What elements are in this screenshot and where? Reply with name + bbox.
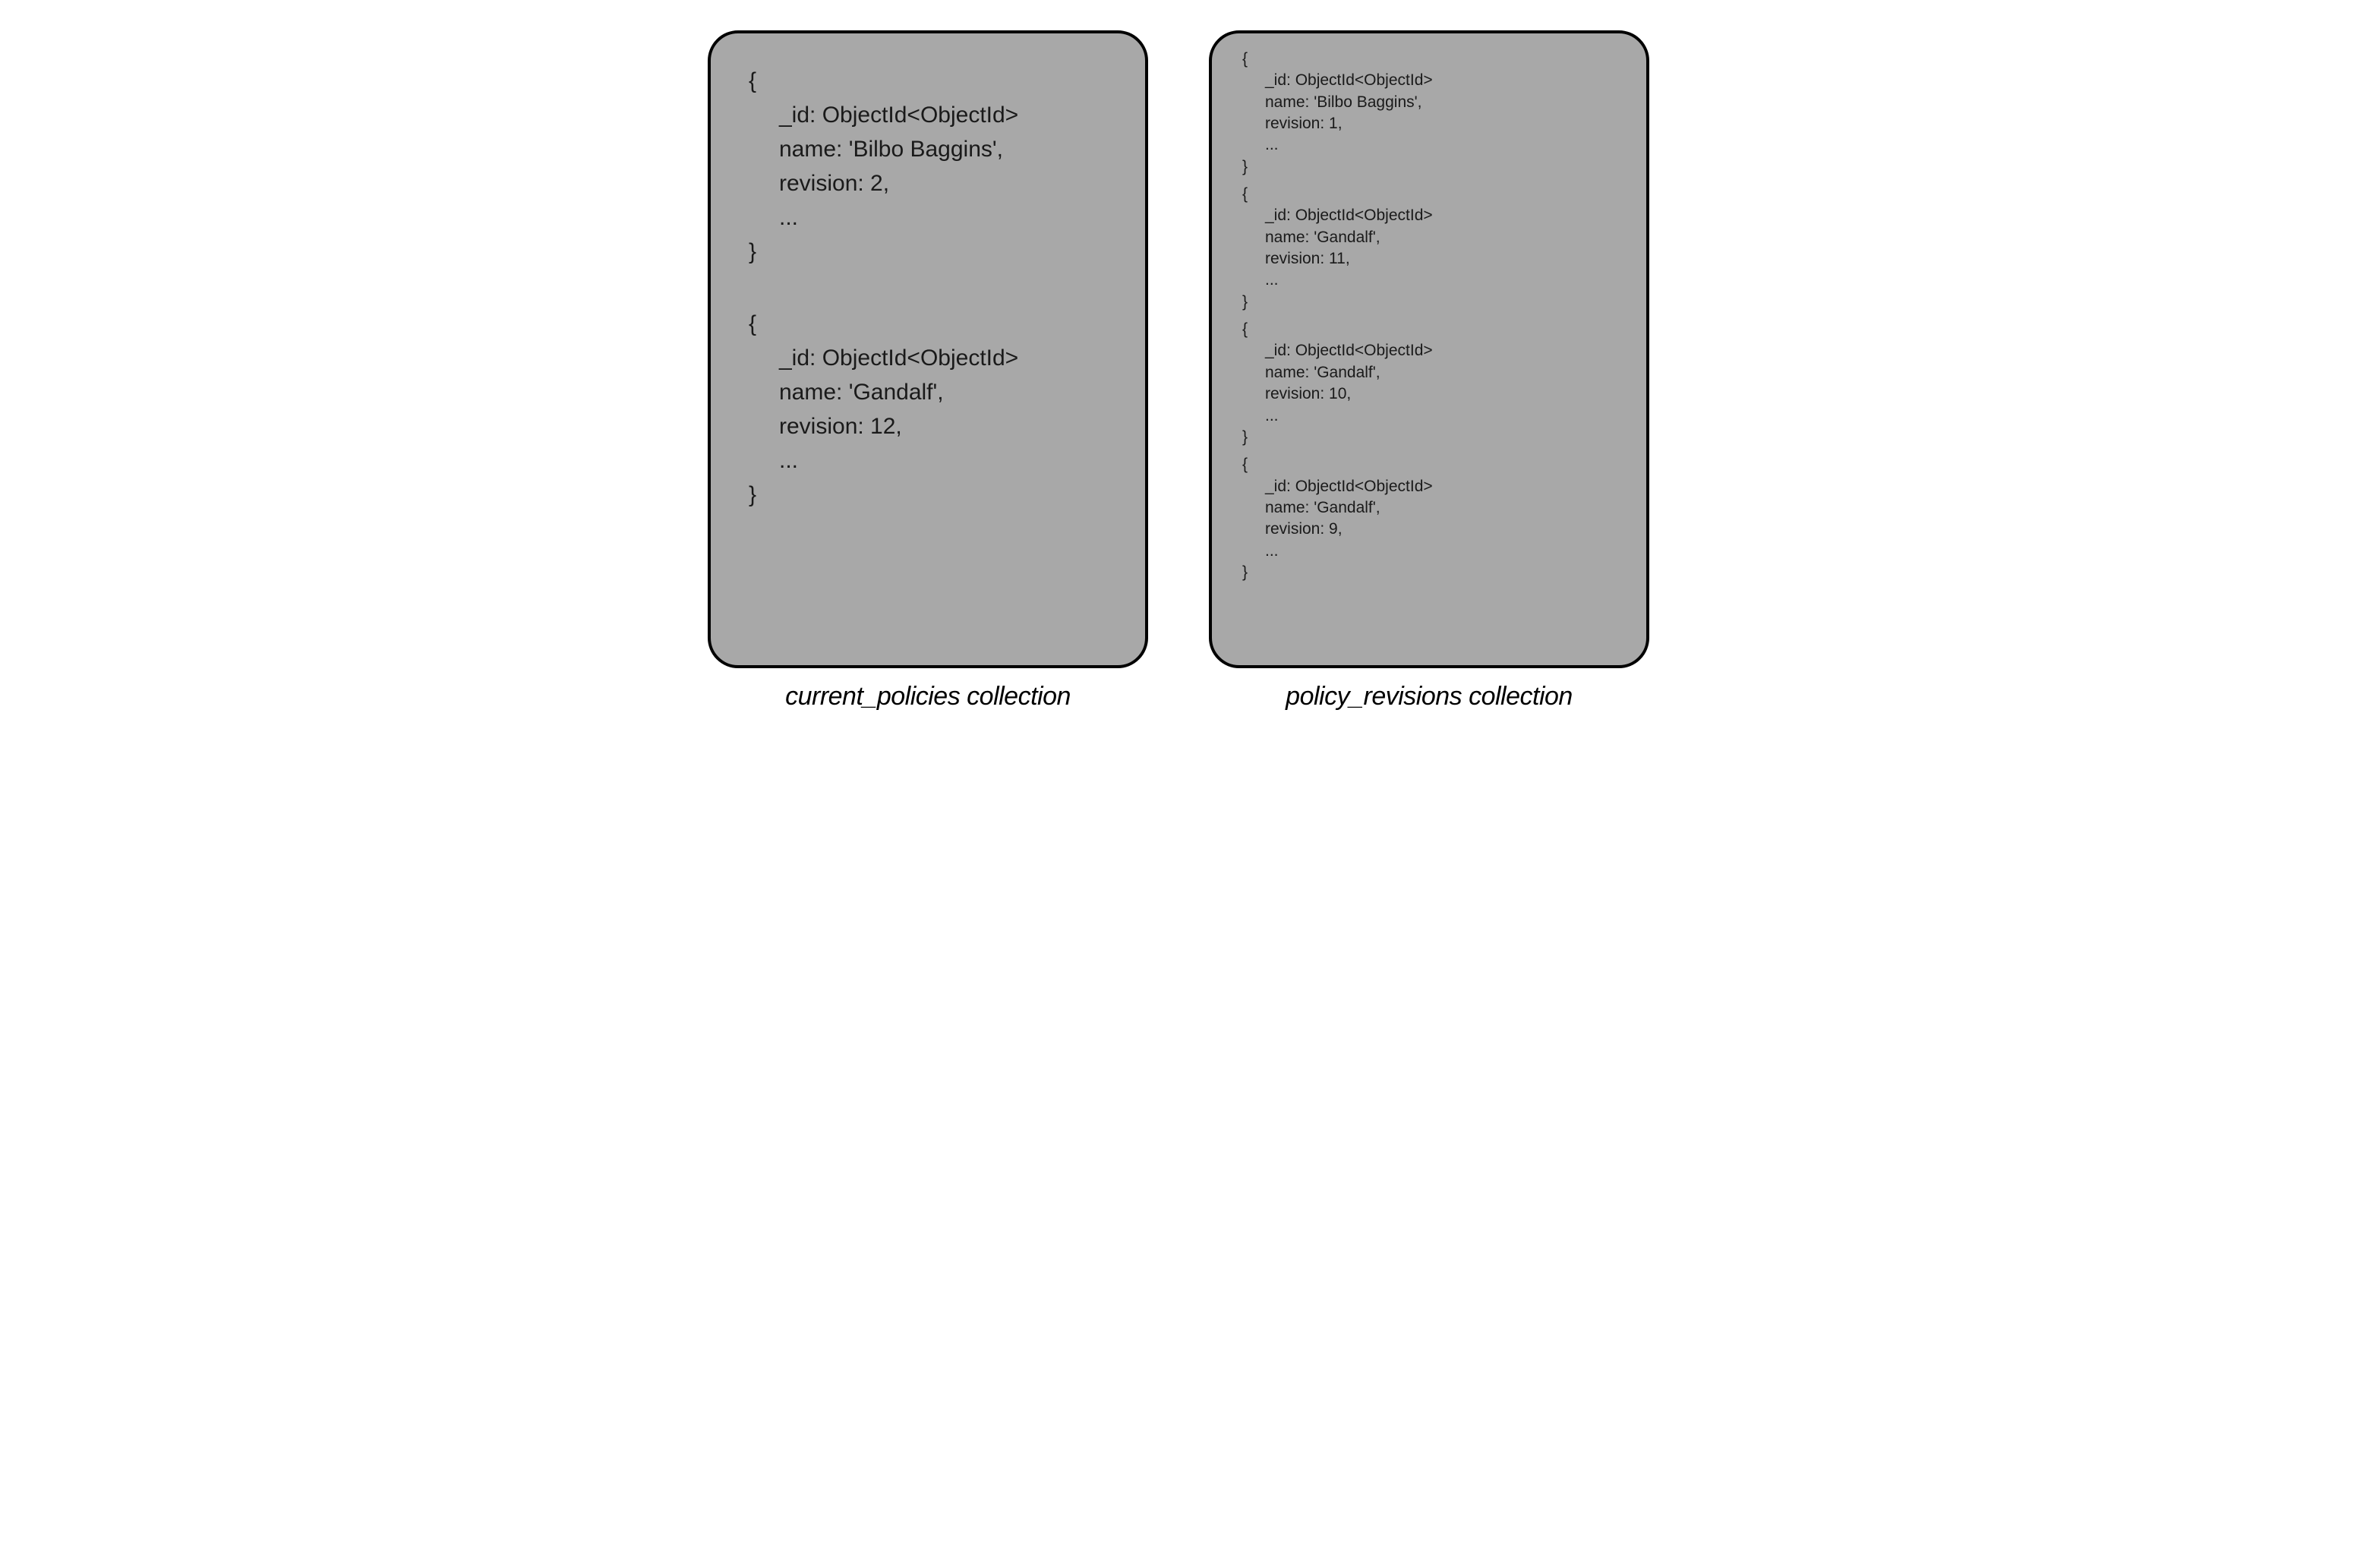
- brace-close: }: [1242, 156, 1616, 178]
- brace-open: {: [1242, 184, 1616, 205]
- current-policies-collection: { _id: ObjectId<ObjectId> name: 'Bilbo B…: [708, 30, 1148, 711]
- ellipsis: ...: [749, 200, 1107, 235]
- field-name: name: 'Gandalf',: [749, 375, 1107, 409]
- brace-open: {: [1242, 319, 1616, 340]
- ellipsis: ...: [1242, 405, 1616, 427]
- field-name: name: 'Gandalf',: [1242, 362, 1616, 383]
- field-revision: revision: 2,: [749, 166, 1107, 200]
- field-id: _id: ObjectId<ObjectId>: [1242, 476, 1616, 497]
- field-id: _id: ObjectId<ObjectId>: [749, 341, 1107, 375]
- policy-revisions-panel: { _id: ObjectId<ObjectId> name: 'Bilbo B…: [1209, 30, 1649, 668]
- ellipsis: ...: [749, 443, 1107, 478]
- field-id: _id: ObjectId<ObjectId>: [1242, 340, 1616, 361]
- right-caption: policy_revisions collection: [1286, 682, 1573, 711]
- field-name: name: 'Bilbo Baggins',: [749, 132, 1107, 166]
- field-id: _id: ObjectId<ObjectId>: [1242, 70, 1616, 91]
- document-block: { _id: ObjectId<ObjectId> name: 'Gandalf…: [749, 307, 1107, 512]
- left-caption: current_policies collection: [785, 682, 1071, 711]
- policy-revisions-collection: { _id: ObjectId<ObjectId> name: 'Bilbo B…: [1209, 30, 1649, 711]
- brace-open: {: [1242, 49, 1616, 70]
- brace-open: {: [1242, 454, 1616, 475]
- brace-open: {: [749, 64, 1107, 98]
- field-revision: revision: 11,: [1242, 248, 1616, 270]
- field-name: name: 'Gandalf',: [1242, 497, 1616, 519]
- brace-close: }: [1242, 562, 1616, 583]
- field-revision: revision: 12,: [749, 409, 1107, 443]
- field-id: _id: ObjectId<ObjectId>: [1242, 205, 1616, 226]
- field-name: name: 'Gandalf',: [1242, 227, 1616, 248]
- document-block: { _id: ObjectId<ObjectId> name: 'Bilbo B…: [1242, 49, 1616, 178]
- brace-close: }: [749, 235, 1107, 269]
- ellipsis: ...: [1242, 134, 1616, 156]
- brace-close: }: [749, 478, 1107, 512]
- field-revision: revision: 1,: [1242, 113, 1616, 134]
- brace-close: }: [1242, 292, 1616, 313]
- document-block: { _id: ObjectId<ObjectId> name: 'Gandalf…: [1242, 319, 1616, 448]
- field-name: name: 'Bilbo Baggins',: [1242, 92, 1616, 113]
- document-block: { _id: ObjectId<ObjectId> name: 'Bilbo B…: [749, 64, 1107, 269]
- document-block: { _id: ObjectId<ObjectId> name: 'Gandalf…: [1242, 184, 1616, 313]
- field-revision: revision: 9,: [1242, 519, 1616, 540]
- document-block: { _id: ObjectId<ObjectId> name: 'Gandalf…: [1242, 454, 1616, 583]
- field-revision: revision: 10,: [1242, 383, 1616, 405]
- brace-open: {: [749, 307, 1107, 341]
- brace-close: }: [1242, 427, 1616, 448]
- field-id: _id: ObjectId<ObjectId>: [749, 98, 1107, 132]
- current-policies-panel: { _id: ObjectId<ObjectId> name: 'Bilbo B…: [708, 30, 1148, 668]
- ellipsis: ...: [1242, 541, 1616, 562]
- ellipsis: ...: [1242, 270, 1616, 291]
